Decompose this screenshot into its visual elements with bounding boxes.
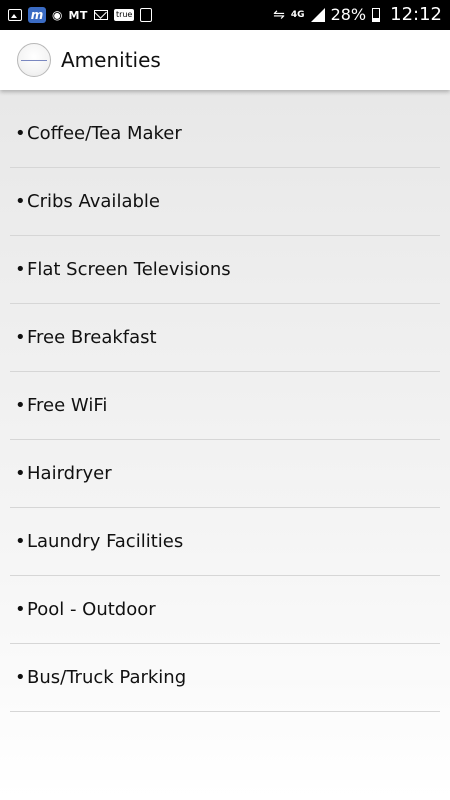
amenities-list: • Coffee/Tea Maker • Cribs Available • F… xyxy=(0,90,450,712)
app-bar: Amenities xyxy=(0,30,450,90)
gallery-icon xyxy=(8,9,22,21)
bullet: • xyxy=(15,667,26,688)
list-item: • Laundry Facilities xyxy=(10,508,440,576)
amenities-content: • Coffee/Tea Maker • Cribs Available • F… xyxy=(0,90,450,800)
list-item: • Hairdryer xyxy=(10,440,440,508)
message-icon xyxy=(140,8,153,22)
page-title: Amenities xyxy=(61,48,161,72)
true-badge: true xyxy=(113,9,135,21)
amenity-label: Laundry Facilities xyxy=(27,531,184,552)
network-type: 4G xyxy=(290,9,305,20)
clock: 12:12 xyxy=(390,4,442,25)
amenity-label: Free Breakfast xyxy=(27,327,157,348)
bullet: • xyxy=(15,191,26,212)
amenity-label: Pool - Outdoor xyxy=(27,599,156,620)
bullet: • xyxy=(15,327,26,348)
carrier-text: MT xyxy=(68,8,88,22)
m-app-icon: m xyxy=(28,7,46,23)
bullet: • xyxy=(15,531,26,552)
mail-icon xyxy=(93,10,108,20)
system-icons: ⇋ 4G 28% 12:12 xyxy=(273,6,442,24)
bullet: • xyxy=(15,123,26,144)
amenity-label: Hairdryer xyxy=(27,463,112,484)
amenity-label: Cribs Available xyxy=(27,191,160,212)
bullet: • xyxy=(15,463,26,484)
list-item: • Pool - Outdoor xyxy=(10,576,440,644)
amenity-label: Free WiFi xyxy=(27,395,108,416)
amenity-label: Bus/Truck Parking xyxy=(27,667,187,688)
list-item: • Bus/Truck Parking xyxy=(10,644,440,712)
bullet: • xyxy=(15,259,26,280)
notification-icons: m ◉ MT true xyxy=(8,7,153,23)
bullet: • xyxy=(15,395,26,416)
list-item: • Flat Screen Televisions xyxy=(10,236,440,304)
list-item: • Free WiFi xyxy=(10,372,440,440)
battery-icon xyxy=(372,8,381,22)
battery-percent: 28% xyxy=(330,5,367,24)
amenity-label: Flat Screen Televisions xyxy=(27,259,231,280)
app-logo-icon[interactable] xyxy=(17,43,51,77)
status-bar: m ◉ MT true ⇋ 4G 28% 12:12 xyxy=(0,0,450,30)
nfc-icon: ⇋ xyxy=(273,7,285,23)
list-item: • Cribs Available xyxy=(10,168,440,236)
list-item: • Coffee/Tea Maker xyxy=(10,100,440,168)
camera-icon: ◉ xyxy=(52,8,63,22)
bullet: • xyxy=(15,599,26,620)
signal-icon xyxy=(310,8,325,22)
list-item: • Free Breakfast xyxy=(10,304,440,372)
amenity-label: Coffee/Tea Maker xyxy=(27,123,182,144)
